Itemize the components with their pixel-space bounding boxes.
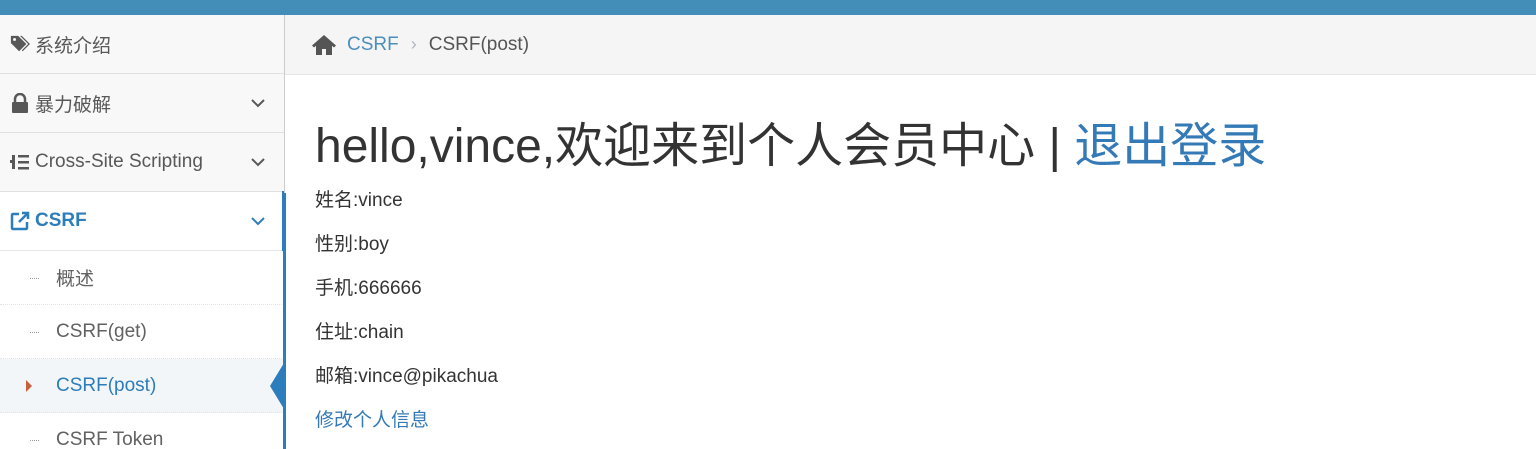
breadcrumb: CSRF › CSRF(post) [285,15,1536,75]
active-section-border [283,193,286,449]
submenu-item-overview[interactable]: 概述 [0,251,284,305]
submenu-item-label: 概述 [56,269,95,290]
chevron-down-icon[interactable] [250,95,266,111]
sidebar-item-label: CSRF [35,210,87,231]
home-icon[interactable] [311,33,337,57]
logout-link[interactable]: 退出登录 [1074,120,1266,173]
submenu-item-csrf-token[interactable]: CSRF Token [0,413,284,449]
csrf-submenu: 概述 CSRF(get) CSRF(post) CSRF Token [0,251,284,449]
sidebar-item-brute-force[interactable]: 暴力破解 [0,74,284,133]
greeting-text: hello,vince,欢迎来到个人会员中心 [315,120,1036,173]
submenu-item-csrf-post[interactable]: CSRF(post) [0,359,284,413]
info-gender: 性别:boy [315,234,389,255]
chevron-down-icon[interactable] [250,213,266,229]
info-name: 姓名:vince [315,190,403,211]
edit-profile-link[interactable]: 修改个人信息 [315,399,1515,443]
info-address: 住址:chain [315,322,404,343]
sidebar-item-label: 系统介绍 [35,35,112,57]
active-pointer-arrow [270,363,284,409]
chevron-down-icon[interactable] [250,154,266,170]
info-email: 邮箱:vince@pikachua [315,366,498,387]
list-tree-icon [10,152,30,172]
top-navbar [0,0,1536,15]
sidebar-item-label: Cross-Site Scripting [35,151,203,172]
caret-right-icon [26,380,32,392]
tree-branch [30,332,39,333]
sidebar-item-system-intro[interactable]: 系统介绍 [0,15,284,74]
breadcrumb-separator: › [410,34,417,54]
sidebar-item-xss[interactable]: Cross-Site Scripting [0,133,284,192]
submenu-item-label: CSRF(post) [56,374,157,396]
lock-icon [10,93,30,113]
share-icon [10,211,30,231]
tree-branch [30,440,39,441]
tree-branch [30,278,39,279]
sidebar-item-label: 暴力破解 [35,94,112,116]
tags-icon [10,34,30,54]
page-title: hello,vince,欢迎来到个人会员中心 | 退出登录 [315,112,1515,182]
title-divider: | [1035,120,1075,173]
submenu-item-csrf-get[interactable]: CSRF(get) [0,305,284,359]
sidebar: 系统介绍 暴力破解 Cross-Site Scripting CSRF 概述 C… [0,15,285,449]
main-content: hello,vince,欢迎来到个人会员中心 | 退出登录 姓名:vince 性… [315,112,1515,443]
info-phone: 手机:666666 [315,278,422,299]
submenu-item-label: CSRF(get) [56,320,147,342]
breadcrumb-link-csrf[interactable]: CSRF [347,34,399,56]
sidebar-item-csrf[interactable]: CSRF [0,191,284,251]
submenu-item-label: CSRF Token [56,428,164,449]
breadcrumb-current: CSRF(post) [428,33,530,55]
